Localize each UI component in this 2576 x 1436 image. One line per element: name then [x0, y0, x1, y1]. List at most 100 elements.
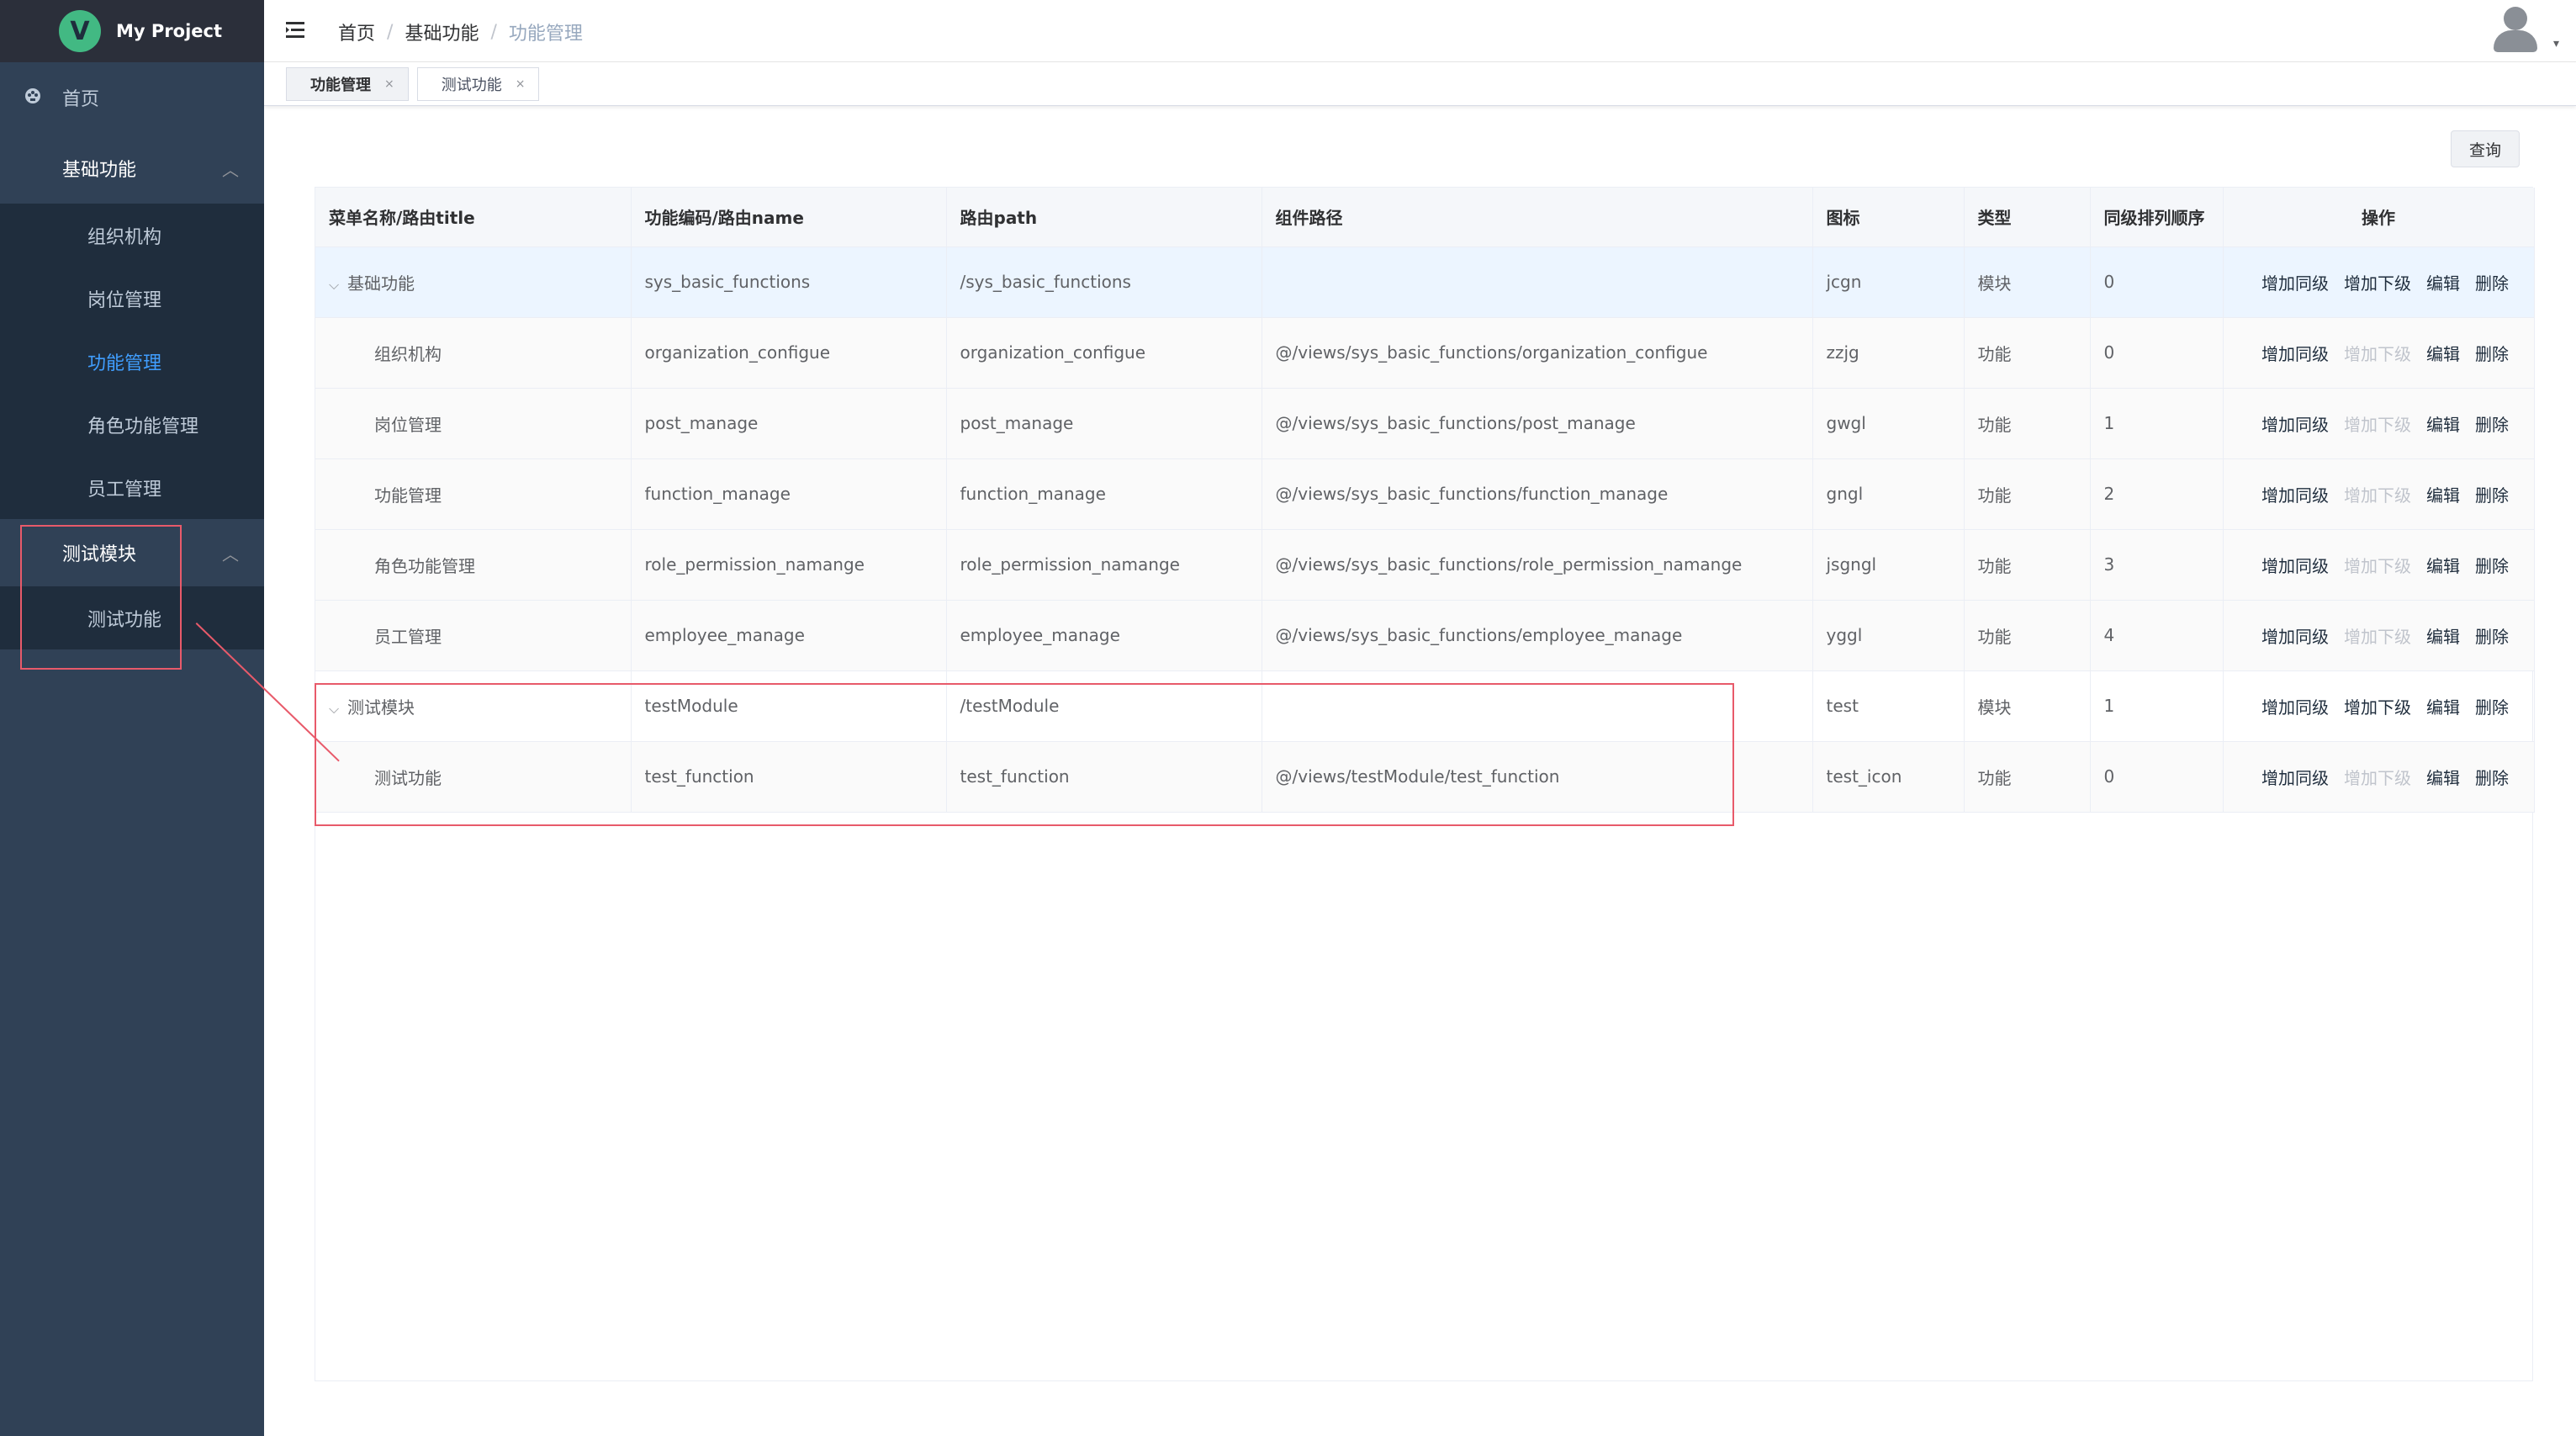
delete-button[interactable]: 删除 [2475, 694, 2509, 718]
cell-name: sys_basic_functions [631, 246, 947, 318]
delete-button[interactable]: 删除 [2475, 270, 2509, 294]
annotation-box-sidebar [20, 525, 182, 670]
expand-chevron-icon[interactable]: ⌵ [329, 277, 347, 294]
cell-type: 模块 [1964, 246, 2091, 318]
breadcrumb-item-basic[interactable]: 基础功能 [405, 19, 479, 45]
breadcrumb-item-home[interactable]: 首页 [338, 19, 375, 45]
sidebar-item-organization[interactable]: 组织机构 [0, 204, 264, 267]
add-sibling-button[interactable]: 增加同级 [2261, 411, 2329, 436]
add-child-button[interactable]: 增加下级 [2344, 341, 2411, 365]
vue-logo-icon: V [59, 10, 101, 52]
sidebar-item-function-manage[interactable]: 功能管理 [0, 330, 264, 393]
cell-order: 1 [2090, 670, 2224, 742]
tag-function-manage[interactable]: 功能管理 × [286, 66, 409, 101]
cell-order: 0 [2090, 317, 2224, 389]
add-child-button[interactable]: 增加下级 [2344, 623, 2411, 648]
delete-button[interactable]: 删除 [2475, 623, 2509, 648]
tag-test-function[interactable]: 测试功能 × [416, 66, 540, 101]
add-child-button[interactable]: 增加下级 [2344, 694, 2411, 718]
table-row[interactable]: 组织机构 organization_configue organization_co… [315, 317, 2535, 389]
edit-button[interactable]: 编辑 [2426, 623, 2460, 648]
delete-button[interactable]: 删除 [2475, 553, 2509, 577]
add-sibling-button[interactable]: 增加同级 [2261, 553, 2329, 577]
edit-button[interactable]: 编辑 [2426, 765, 2460, 789]
table-row[interactable]: 员工管理 employee_manage employee_manage @/view… [315, 600, 2535, 671]
cell-actions: 增加同级 增加下级 编辑 删除 [2223, 600, 2535, 671]
cell-path: post_manage [946, 388, 1262, 459]
add-child-button[interactable]: 增加下级 [2344, 765, 2411, 789]
caret-down-icon[interactable]: ▾ [2553, 37, 2559, 50]
annotation-box-table [315, 683, 1734, 826]
close-icon[interactable]: × [384, 77, 394, 91]
cell-type: 功能 [1964, 600, 2091, 671]
add-sibling-button[interactable]: 增加同级 [2261, 694, 2329, 718]
delete-button[interactable]: 删除 [2475, 341, 2509, 365]
cell-title: 角色功能管理 [315, 529, 632, 601]
edit-button[interactable]: 编辑 [2426, 694, 2460, 718]
row-title: 功能管理 [374, 485, 442, 506]
submenu-basic-functions[interactable]: 基础功能 ︿ [0, 133, 264, 204]
hamburger-icon[interactable] [286, 19, 308, 46]
add-sibling-button[interactable]: 增加同级 [2261, 270, 2329, 294]
cell-actions: 增加同级 增加下级 编辑 删除 [2223, 246, 2535, 318]
table-row[interactable]: ⌵ 基础功能 sys_basic_functions/sys_basic_funct… [315, 246, 2535, 318]
add-child-button[interactable]: 增加下级 [2344, 482, 2411, 506]
cell-name: employee_manage [631, 600, 947, 671]
sidebar-item-post[interactable]: 岗位管理 [0, 267, 264, 330]
tags-view: 功能管理 × 测试功能 × [264, 62, 2576, 106]
breadcrumb-separator: / [387, 21, 394, 43]
tag-label: 功能管理 [310, 76, 371, 94]
cell-order: 2 [2090, 458, 2224, 530]
row-title: 员工管理 [374, 626, 442, 647]
edit-button[interactable]: 编辑 [2426, 411, 2460, 436]
close-icon[interactable]: × [516, 77, 526, 91]
delete-button[interactable]: 删除 [2475, 765, 2509, 789]
table-row[interactable]: 角色功能管理 role_permission_namange role_permis… [315, 529, 2535, 601]
cell-order: 4 [2090, 600, 2224, 671]
cell-name: role_permission_namange [631, 529, 947, 601]
add-child-button[interactable]: 增加下级 [2344, 553, 2411, 577]
add-sibling-button[interactable]: 增加同级 [2261, 623, 2329, 648]
breadcrumb: 首页 / 基础功能 / 功能管理 [338, 19, 583, 45]
edit-button[interactable]: 编辑 [2426, 482, 2460, 506]
delete-button[interactable]: 删除 [2475, 411, 2509, 436]
cell-icon: zzjg [1812, 317, 1965, 389]
add-child-button[interactable]: 增加下级 [2344, 411, 2411, 436]
cell-component: @/views/sys_basic_functions/function_man… [1262, 458, 1813, 530]
cell-title: 组织机构 [315, 317, 632, 389]
cell-type: 功能 [1964, 317, 2091, 389]
add-child-button[interactable]: 增加下级 [2344, 270, 2411, 294]
sidebar-item-role-permission[interactable]: 角色功能管理 [0, 393, 264, 456]
cell-icon: jsgngl [1812, 529, 1965, 601]
cell-icon: gngl [1812, 458, 1965, 530]
query-button[interactable]: 查询 [2451, 130, 2520, 167]
cell-actions: 增加同级 增加下级 编辑 删除 [2223, 388, 2535, 459]
add-sibling-button[interactable]: 增加同级 [2261, 341, 2329, 365]
cell-actions: 增加同级 增加下级 编辑 删除 [2223, 458, 2535, 530]
cell-component: @/views/sys_basic_functions/organization… [1262, 317, 1813, 389]
add-sibling-button[interactable]: 增加同级 [2261, 482, 2329, 506]
delete-button[interactable]: 删除 [2475, 482, 2509, 506]
cell-actions: 增加同级 增加下级 编辑 删除 [2223, 741, 2535, 813]
sidebar-item-home[interactable]: 首页 [0, 62, 264, 133]
table-row[interactable]: 岗位管理 post_manage post_manage @/views/sys_ba… [315, 388, 2535, 459]
sidebar-item-label: 首页 [62, 89, 100, 110]
row-title: 岗位管理 [374, 414, 442, 435]
add-sibling-button[interactable]: 增加同级 [2261, 765, 2329, 789]
dashboard-icon [24, 86, 42, 109]
logo[interactable]: V My Project [0, 0, 264, 62]
cell-actions: 增加同级 增加下级 编辑 删除 [2223, 529, 2535, 601]
table-row[interactable]: 功能管理 function_manage function_manage @/view… [315, 458, 2535, 530]
cell-icon: test_icon [1812, 741, 1965, 813]
cell-path: function_manage [946, 458, 1262, 530]
sidebar-item-employee[interactable]: 员工管理 [0, 456, 264, 519]
cell-name: organization_configue [631, 317, 947, 389]
edit-button[interactable]: 编辑 [2426, 553, 2460, 577]
breadcrumb-separator: / [490, 21, 497, 43]
user-avatar-icon[interactable] [2492, 7, 2539, 54]
column-header: 类型 [1964, 188, 2091, 247]
cell-actions: 增加同级 增加下级 编辑 删除 [2223, 670, 2535, 742]
edit-button[interactable]: 编辑 [2426, 270, 2460, 294]
cell-path: employee_manage [946, 600, 1262, 671]
edit-button[interactable]: 编辑 [2426, 341, 2460, 365]
